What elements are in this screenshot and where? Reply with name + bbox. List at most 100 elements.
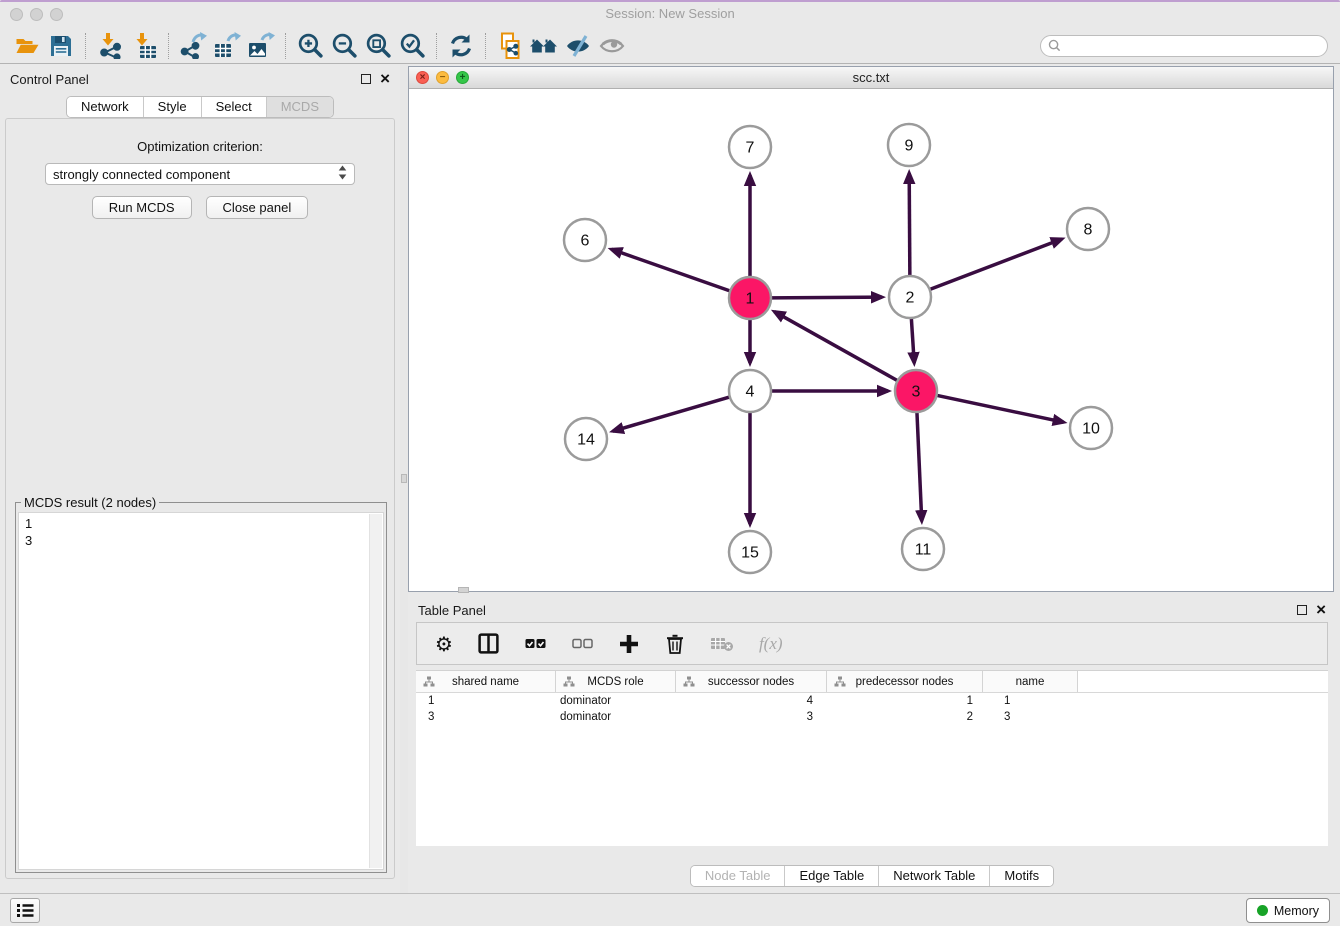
column-header-name[interactable]: name	[983, 671, 1078, 692]
graph-edge-3-11[interactable]	[917, 412, 922, 521]
clear-table-button[interactable]	[710, 634, 735, 654]
mcds-result-list[interactable]: 1 3	[18, 512, 384, 870]
control-panel-tabs: Network Style Select MCDS	[0, 96, 400, 118]
show-columns-button[interactable]	[477, 632, 500, 655]
close-panel-button[interactable]: Close panel	[206, 196, 309, 219]
duplicate-network-button[interactable]	[493, 31, 527, 61]
import-table-button[interactable]	[127, 31, 161, 61]
graph-node-label-1: 1	[746, 291, 755, 308]
delete-column-button[interactable]	[664, 632, 686, 655]
result-scrollbar[interactable]	[369, 514, 382, 868]
control-panel-header: Control Panel ×	[0, 68, 400, 90]
list-icon	[16, 902, 35, 919]
graph-edge-2-3[interactable]	[911, 318, 914, 363]
export-network-button[interactable]	[176, 31, 210, 61]
memory-status-icon	[1257, 905, 1268, 916]
column-header-mcds-role[interactable]: MCDS role	[556, 671, 676, 692]
table-panel-tabs: Node Table Edge Table Network Table Moti…	[408, 865, 1336, 887]
splitter-handle[interactable]	[401, 474, 407, 483]
toolbar-separator	[485, 33, 486, 59]
memory-label: Memory	[1274, 904, 1319, 918]
cell-successor-nodes[interactable]: 3	[676, 711, 827, 723]
toolbar-separator	[168, 33, 169, 59]
graph-edge-2-9[interactable]	[909, 173, 910, 276]
graph-edge-1-6[interactable]	[611, 249, 730, 291]
network-canvas[interactable]: 7968124314101511	[409, 89, 1333, 591]
tab-network-table[interactable]: Network Table	[879, 866, 990, 886]
graph-edge-2-8[interactable]	[930, 239, 1062, 290]
cell-mcds-role[interactable]: dominator	[556, 695, 676, 707]
column-header-shared-name[interactable]: shared name	[416, 671, 556, 692]
apply-layout-button[interactable]	[444, 31, 478, 61]
graph-edge-4-14[interactable]	[613, 397, 730, 431]
float-panel-icon[interactable]	[361, 74, 371, 84]
tab-select[interactable]: Select	[202, 97, 267, 117]
memory-button[interactable]: Memory	[1246, 898, 1330, 923]
tab-edge-table[interactable]: Edge Table	[785, 866, 879, 886]
cell-predecessor-nodes[interactable]: 2	[827, 711, 983, 723]
show-selected-button[interactable]	[595, 31, 629, 61]
table-row[interactable]: 3 dominator 3 2 3	[416, 709, 1328, 725]
tab-node-table[interactable]: Node Table	[691, 866, 786, 886]
network-title: scc.txt	[409, 67, 1333, 89]
column-header-predecessor-nodes[interactable]: predecessor nodes	[827, 671, 983, 692]
criterion-dropdown[interactable]: strongly connected component	[45, 163, 355, 185]
deselect-all-rows-button[interactable]	[571, 633, 594, 655]
mcds-panel-content: Optimization criterion: strongly connect…	[5, 118, 395, 879]
search-box[interactable]	[1040, 35, 1328, 57]
close-panel-icon[interactable]: ×	[380, 72, 390, 86]
export-image-button[interactable]	[244, 31, 278, 61]
export-table-button[interactable]	[210, 31, 244, 61]
open-folder-icon	[14, 33, 41, 59]
attribute-icon	[683, 676, 695, 688]
save-session-button[interactable]	[44, 31, 78, 61]
create-column-button[interactable]	[618, 633, 640, 655]
import-network-button[interactable]	[93, 31, 127, 61]
tab-style[interactable]: Style	[144, 97, 202, 117]
close-panel-icon[interactable]: ×	[1316, 603, 1326, 617]
zoom-fit-button[interactable]	[361, 31, 395, 61]
zoom-selected-button[interactable]	[395, 31, 429, 61]
hide-selected-button[interactable]	[561, 31, 595, 61]
graph-edge-1-2[interactable]	[771, 297, 882, 298]
network-window-titlebar[interactable]: × − + scc.txt	[409, 67, 1333, 89]
dropdown-stepper-icon	[338, 165, 347, 183]
panel-splitter[interactable]	[400, 64, 408, 893]
float-panel-icon[interactable]	[1297, 605, 1307, 615]
cell-shared-name[interactable]: 3	[416, 711, 556, 723]
graph-edge-3-1[interactable]	[774, 312, 897, 381]
search-input[interactable]	[1066, 39, 1327, 53]
mcds-result-title: MCDS result (2 nodes)	[21, 495, 159, 510]
function-builder-button[interactable]: f(x)	[759, 634, 783, 654]
open-file-button[interactable]	[10, 31, 44, 61]
import-network-icon	[97, 32, 124, 59]
node-table-header: shared name MCDS role successor nodes pr…	[416, 671, 1328, 693]
attribute-icon	[423, 676, 435, 688]
home-view-button[interactable]	[527, 31, 561, 61]
cell-predecessor-nodes[interactable]: 1	[827, 695, 983, 707]
zoom-in-button[interactable]	[293, 31, 327, 61]
run-mcds-button[interactable]: Run MCDS	[92, 196, 192, 219]
network-resize-handle[interactable]	[458, 587, 469, 593]
app-titlebar: Session: New Session	[0, 0, 1340, 28]
zoom-out-button[interactable]	[327, 31, 361, 61]
table-settings-button[interactable]: ⚙	[435, 632, 453, 656]
task-history-button[interactable]	[10, 898, 40, 923]
window-focus-border	[0, 0, 1340, 2]
cell-mcds-role[interactable]: dominator	[556, 711, 676, 723]
optimization-criterion-label: Optimization criterion:	[6, 139, 394, 154]
graph-node-label-15: 15	[741, 545, 759, 562]
select-all-rows-button[interactable]	[524, 633, 547, 655]
import-table-icon	[131, 32, 158, 59]
cell-name[interactable]: 3	[983, 711, 1078, 723]
column-header-successor-nodes[interactable]: successor nodes	[676, 671, 827, 692]
tab-motifs[interactable]: Motifs	[990, 866, 1053, 886]
cell-successor-nodes[interactable]: 4	[676, 695, 827, 707]
tab-network[interactable]: Network	[67, 97, 144, 117]
cell-name[interactable]: 1	[983, 695, 1078, 707]
graph-node-label-6: 6	[581, 233, 590, 250]
table-row[interactable]: 1 dominator 4 1 1	[416, 693, 1328, 709]
tab-mcds[interactable]: MCDS	[267, 97, 333, 117]
graph-edge-3-10[interactable]	[937, 395, 1064, 422]
cell-shared-name[interactable]: 1	[416, 695, 556, 707]
